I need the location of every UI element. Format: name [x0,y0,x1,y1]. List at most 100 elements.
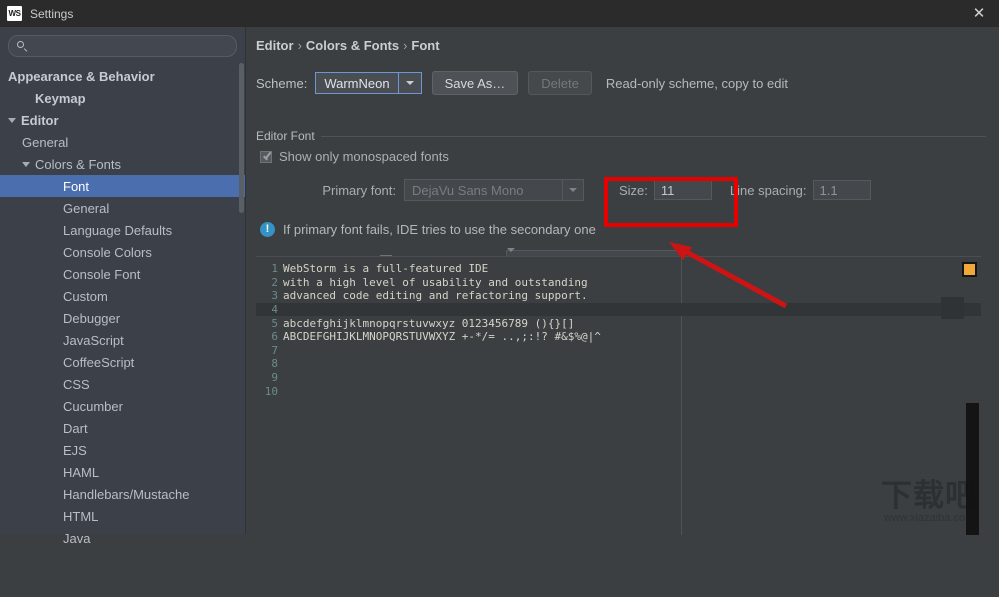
sidebar-item-label: Console Font [63,266,141,282]
line-number: 2 [271,275,278,289]
sidebar-item-label: Console Colors [63,244,152,260]
sidebar-item-keymap[interactable]: Keymap [0,87,245,109]
scheme-dropdown[interactable]: WarmNeon [315,72,422,94]
chevron-down-icon[interactable] [8,116,17,125]
show-monospaced-row[interactable]: Show only monospaced fonts [260,149,449,164]
line-number: 10 [264,384,278,398]
sidebar-item-label: Keymap [35,90,86,106]
sidebar-item-font[interactable]: Font [0,175,245,197]
sidebar-item-css[interactable]: CSS [0,373,245,395]
sidebar-item-java[interactable]: Java [0,527,245,549]
preview-line: 8 [256,357,981,371]
sidebar-item-language-defaults[interactable]: Language Defaults [0,219,245,241]
line-number: 7 [271,343,278,357]
breadcrumb-separator-1: › [297,38,302,53]
info-icon: ! [260,222,275,237]
line-text: advanced code editing and refactoring su… [283,289,588,303]
search-input[interactable] [33,39,228,53]
preview-line: 3 advanced code editing and refactoring s… [256,289,981,303]
settings-window: WS Settings ✕ Appearance & Behavior Keyma… [0,0,999,597]
sidebar-item-label: CSS [63,376,90,392]
readonly-scheme-note: Read-only scheme, copy to edit [605,75,788,91]
search-icon [17,40,28,52]
sidebar-item-label: HAML [63,464,100,480]
sidebar-item-general[interactable]: General [0,90,999,597]
show-monospaced-checkbox[interactable] [260,150,272,163]
chevron-down-icon[interactable] [22,160,31,169]
sidebar-item-label: Dart [63,420,88,436]
sidebar-item-label: Colors & Fonts [35,156,121,172]
sidebar-item-appearance-behavior[interactable]: Appearance & Behavior [0,65,999,597]
secondary-font-info-text: If primary font fails, IDE tries to use … [283,222,596,237]
title-bar: WS Settings ✕ [0,0,999,27]
preview-scrollbar[interactable] [966,403,979,535]
sidebar-item-custom[interactable]: Custom [0,285,245,307]
sidebar-item-debugger[interactable]: Debugger [0,307,245,329]
scheme-row: Scheme: WarmNeon Save As… Delete Read-on… [256,71,788,95]
sidebar-item-label: General [22,134,69,150]
sidebar-item-console-font[interactable]: Console Font [0,263,245,285]
line-number: 9 [271,371,278,385]
preview-line: 2 with a high level of usability and outs… [256,276,981,290]
line-text: abcdefghijklmnopqrstuvwxyz 0123456789 ()… [283,316,575,330]
sidebar-item-label: Appearance & Behavior [8,68,155,84]
sidebar-item-label: Custom [63,288,108,304]
sidebar-item-colors-fonts[interactable]: Colors & Fonts [0,153,245,175]
delete-button: Delete [528,71,592,95]
size-input[interactable] [653,180,712,200]
breadcrumb-part-2: Colors & Fonts [305,38,400,53]
chevron-down-icon[interactable] [399,73,421,93]
sidebar-item-html[interactable]: HTML [0,505,245,527]
sidebar-item-coffeescript[interactable]: CoffeeScript [0,351,245,373]
chevron-down-icon [562,180,583,200]
line-number: 5 [271,316,278,330]
primary-font-label: Primary font: [322,182,396,198]
primary-font-value: DejaVu Sans Mono [412,182,524,198]
show-monospaced-label: Show only monospaced fonts [279,149,449,164]
breadcrumb-part-1: Editor [256,38,294,53]
search-wrap [0,27,245,63]
scheme-value: WarmNeon [324,75,390,91]
sidebar-item-haml[interactable]: HAML [0,461,245,483]
preview-line: 4 [256,302,981,317]
sidebar-item-label: Handlebars/Mustache [63,486,190,502]
breadcrumb: Editor › Colors & Fonts › Font [256,38,440,53]
search-box[interactable] [8,35,237,57]
sidebar-item-label: Font [63,178,90,194]
sidebar-item-javascript[interactable]: JavaScript [0,329,245,351]
primary-font-row: Primary font: DejaVu Sans Mono Size: Lin… [256,179,986,201]
preview-line: 5 abcdefghijklmnopqrstuvwxyz 0123456789 (… [256,316,981,330]
sidebar-item-dart[interactable]: Dart [0,417,245,439]
scheme-label: Scheme: [256,75,308,91]
sidebar-item-label: Cucumber [63,398,123,414]
editor-font-group-title: Editor Font [256,129,321,143]
group-divider [256,136,986,137]
sidebar-item-label: Debugger [63,310,121,326]
sidebar-item-ejs[interactable]: EJS [0,439,245,461]
save-as-button[interactable]: Save As… [431,71,519,95]
error-stripe-marker[interactable] [962,262,977,277]
font-preview-pane: 1 WebStorm is a full-featured IDE 2 with a … [256,256,981,535]
sidebar-item-cucumber[interactable]: Cucumber [0,395,245,417]
sidebar-item-editor[interactable]: Editor [0,109,245,131]
line-spacing-label: Line spacing: [729,182,807,198]
size-label: Size: [619,182,648,198]
breadcrumb-part-3: Font [411,38,440,53]
line-text: with a high level of usability and outst… [283,275,588,289]
line-number: 6 [271,330,278,344]
sidebar-item-general[interactable]: General [0,197,245,219]
line-number: 3 [271,289,278,303]
close-icon[interactable]: ✕ [959,0,999,27]
sidebar-item-console-colors[interactable]: Console Colors [0,241,245,263]
sidebar-scrollbar[interactable] [239,63,244,213]
sidebar-item-label: JavaScript [63,332,124,348]
preview-line: 10 [256,384,981,398]
sidebar-item-label: General [63,200,110,216]
preview-line: 9 [256,371,981,385]
window-title: Settings [30,6,74,21]
breadcrumb-separator-2: › [403,38,408,53]
preview-line: 1 WebStorm is a full-featured IDE [256,262,981,276]
sidebar-item-handlebars-mustache[interactable]: Handlebars/Mustache [0,483,245,505]
line-spacing-input[interactable] [812,180,871,200]
line-text: ABCDEFGHIJKLMNOPQRSTUVWXYZ +-*/= ..,;:!?… [283,330,601,344]
